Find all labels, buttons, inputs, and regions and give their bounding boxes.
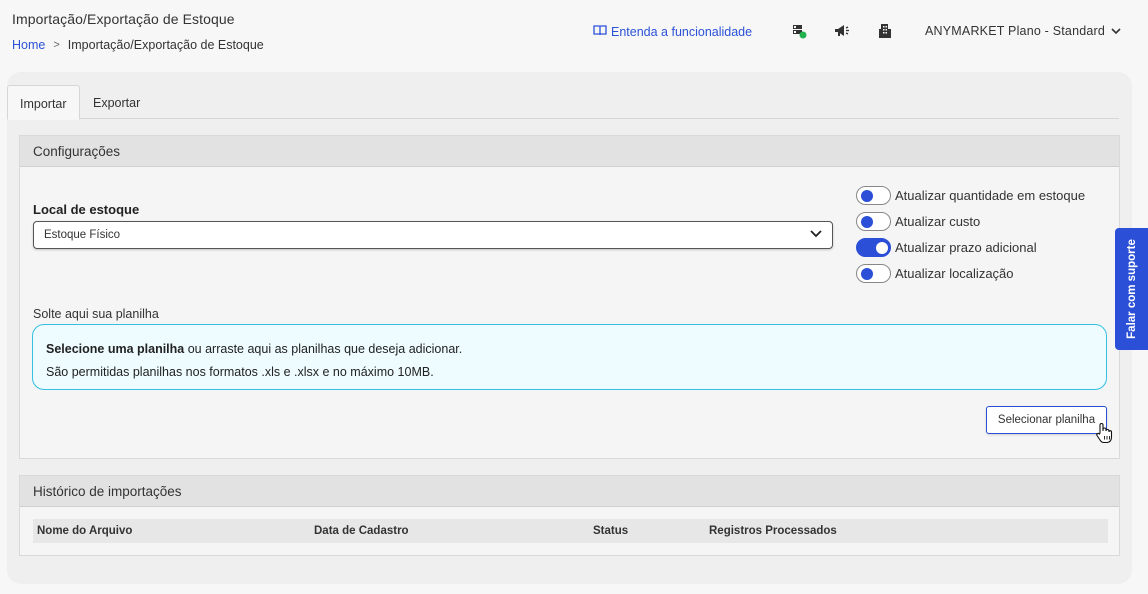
config-panel-title: Configurações: [20, 136, 1119, 167]
toggle-row-quantity: Atualizar quantidade em estoque: [856, 182, 1085, 208]
breadcrumb-home-link[interactable]: Home: [12, 38, 45, 52]
toggle-update-quantity[interactable]: [856, 185, 891, 205]
toggle-update-cost[interactable]: [856, 211, 891, 231]
column-header[interactable]: Registros Processados: [709, 525, 837, 537]
plan-label: ANYMARKET Plano - Standard: [925, 24, 1106, 38]
column-header[interactable]: Nome do Arquivo: [37, 525, 132, 537]
toggle-label: Atualizar localização: [895, 265, 1014, 281]
toggle-update-location[interactable]: [856, 263, 891, 283]
support-tab-label: Falar com suporte: [1125, 239, 1138, 339]
select-file-button[interactable]: Selecionar planilha: [986, 406, 1107, 434]
hand-cursor-icon: [1095, 422, 1113, 449]
stock-location-select[interactable]: Estoque Físico: [33, 221, 833, 249]
config-panel: Configurações Local de estoque Estoque F…: [19, 135, 1120, 459]
update-toggles: Atualizar quantidade em estoque Atualiza…: [856, 182, 1085, 286]
dropzone-instructions: ou arraste aqui as planilhas que deseja …: [184, 342, 463, 356]
help-link-label: Entenda a funcionalidade: [611, 24, 753, 39]
page-header: Importação/Exportação de Estoque Home > …: [0, 0, 1148, 66]
breadcrumb-current: Importação/Exportação de Estoque: [67, 38, 264, 52]
history-panel: Histórico de importações Nome do Arquivo…: [19, 475, 1120, 556]
breadcrumb: Home > Importação/Exportação de Estoque: [12, 38, 264, 52]
toggle-label: Atualizar custo: [895, 213, 981, 229]
plan-dropdown[interactable]: ANYMARKET Plano - Standard: [925, 24, 1121, 38]
dropzone-line-1: Selecione uma planilha ou arraste aqui a…: [46, 338, 1093, 361]
tab-exportar[interactable]: Exportar: [81, 85, 152, 119]
column-header[interactable]: Status: [593, 525, 628, 537]
stock-location-label: Local de estoque: [33, 202, 140, 217]
breadcrumb-separator: >: [53, 39, 60, 51]
file-dropzone[interactable]: Selecione uma planilha ou arraste aqui a…: [32, 324, 1107, 390]
book-icon: [593, 24, 607, 39]
stock-location-value: Estoque Físico: [44, 229, 121, 241]
help-link[interactable]: Entenda a funcionalidade: [593, 24, 752, 39]
toggle-row-cost: Atualizar custo: [856, 208, 1085, 234]
drop-label: Solte aqui sua planilha: [33, 307, 159, 321]
building-icon[interactable]: [876, 22, 894, 40]
history-table-header: Nome do Arquivo Data de Cadastro Status …: [33, 519, 1108, 543]
select-file-link[interactable]: Selecione uma planilha: [46, 342, 184, 356]
tab-bar: Importar Exportar: [7, 85, 1119, 120]
tab-importar[interactable]: Importar: [7, 85, 80, 120]
toggle-label: Atualizar prazo adicional: [895, 239, 1037, 255]
chevron-down-icon: [810, 229, 822, 241]
megaphone-icon[interactable]: [833, 22, 851, 40]
history-panel-title: Histórico de importações: [20, 476, 1119, 507]
support-tab[interactable]: Falar com suporte: [1115, 228, 1148, 350]
toggle-row-location: Atualizar localização: [856, 260, 1085, 286]
server-status-icon[interactable]: [790, 22, 808, 40]
dropzone-note: São permitidas planilhas nos formatos .x…: [46, 365, 434, 379]
toggle-label: Atualizar quantidade em estoque: [895, 187, 1086, 203]
main-card: Importar Exportar Configurações Local de…: [7, 72, 1132, 584]
toggle-update-lead-time[interactable]: [856, 237, 891, 257]
page-title: Importação/Exportação de Estoque: [12, 11, 235, 27]
chevron-down-icon: [1111, 24, 1121, 38]
column-header[interactable]: Data de Cadastro: [314, 525, 409, 537]
toggle-row-lead-time: Atualizar prazo adicional: [856, 234, 1085, 260]
